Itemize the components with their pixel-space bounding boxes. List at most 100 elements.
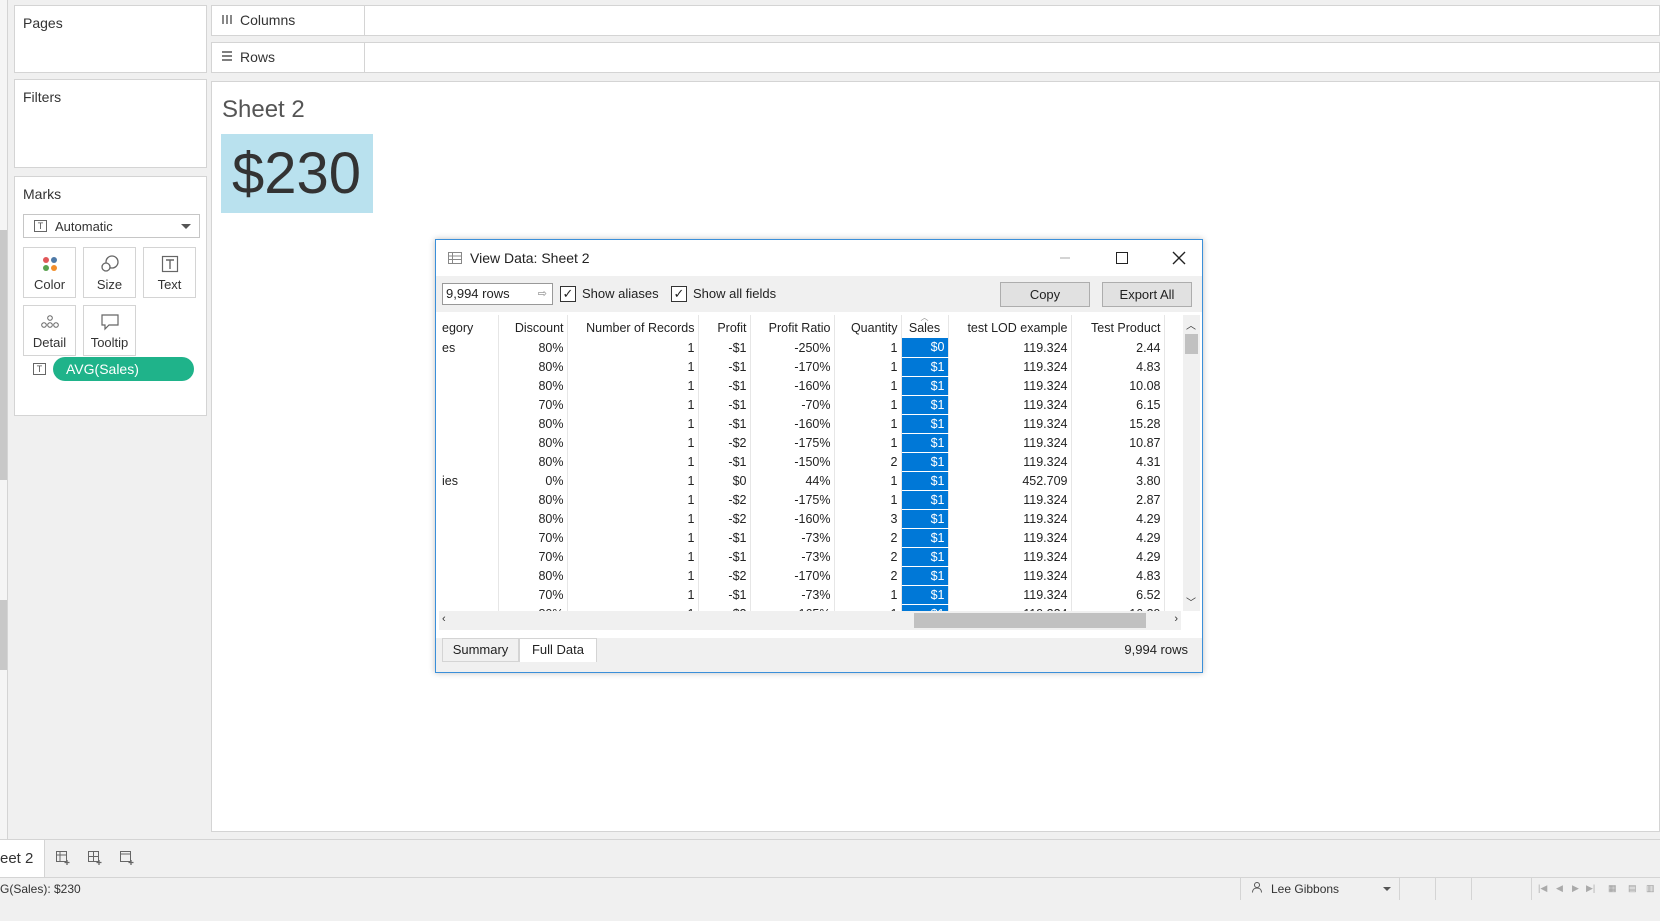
table-cell[interactable]: 119.324 bbox=[948, 585, 1072, 604]
export-all-button[interactable]: Export All bbox=[1102, 282, 1192, 307]
table-cell[interactable]: 119.324 bbox=[948, 604, 1072, 611]
avg-sales-pill[interactable]: AVG(Sales) bbox=[53, 357, 194, 381]
table-cell[interactable]: 1 bbox=[567, 604, 699, 611]
table-cell[interactable]: $1 bbox=[901, 395, 949, 415]
rows-shelf[interactable]: Rows bbox=[211, 42, 1660, 73]
table-cell[interactable] bbox=[439, 547, 499, 566]
table-cell[interactable]: 70% bbox=[498, 528, 568, 547]
table-cell[interactable]: 70% bbox=[498, 547, 568, 566]
table-cell[interactable]: es bbox=[439, 338, 499, 357]
table-cell[interactable]: 80% bbox=[498, 357, 568, 376]
table-cell[interactable]: -$1 bbox=[698, 357, 751, 376]
table-cell[interactable]: 80% bbox=[498, 414, 568, 433]
table-row[interactable]: 80% 1 -$2 -170% 2 $1 119.324 4.83 bbox=[439, 566, 1165, 586]
size-button[interactable]: Size bbox=[83, 247, 136, 298]
table-cell[interactable]: $1 bbox=[901, 604, 949, 611]
pages-card[interactable]: Pages bbox=[14, 5, 207, 73]
table-cell[interactable]: -$1 bbox=[698, 452, 751, 471]
table-cell[interactable]: 119.324 bbox=[948, 338, 1072, 357]
table-cell[interactable]: 4.83 bbox=[1071, 357, 1165, 376]
sheet-sorter-icon[interactable]: ▦ bbox=[1608, 883, 1617, 894]
table-cell[interactable]: 1 bbox=[567, 433, 699, 452]
table-cell[interactable]: -170% bbox=[750, 566, 835, 585]
table-row[interactable]: 80% 1 -$1 -160% 1 $1 119.324 10.08 bbox=[439, 376, 1165, 396]
table-cell[interactable]: 70% bbox=[498, 585, 568, 604]
text-button[interactable]: Text bbox=[143, 247, 196, 298]
tab-summary[interactable]: Summary bbox=[442, 638, 519, 662]
table-cell[interactable]: 1 bbox=[834, 585, 902, 604]
table-cell[interactable]: 80% bbox=[498, 604, 568, 611]
table-cell[interactable]: 119.324 bbox=[948, 490, 1072, 509]
new-story-icon[interactable] bbox=[118, 850, 136, 868]
tab-sheet-2[interactable]: eet 2 bbox=[0, 840, 45, 878]
table-cell[interactable]: -$1 bbox=[698, 585, 751, 604]
table-cell[interactable]: 4.29 bbox=[1071, 509, 1165, 528]
table-cell[interactable]: 10.08 bbox=[1071, 376, 1165, 395]
table-cell[interactable]: 1 bbox=[834, 490, 902, 509]
rows-count-input[interactable]: 9,994 rows ⇨ bbox=[442, 283, 553, 305]
table-cell[interactable]: 80% bbox=[498, 376, 568, 395]
table-cell[interactable]: 4.83 bbox=[1071, 566, 1165, 585]
table-cell[interactable]: $1 bbox=[901, 471, 949, 491]
last-sheet-icon[interactable]: ▶| bbox=[1586, 883, 1595, 894]
table-cell[interactable]: 1 bbox=[567, 509, 699, 528]
table-cell[interactable]: -$1 bbox=[698, 528, 751, 547]
table-row[interactable]: 80% 1 -$1 -170% 1 $1 119.324 4.83 bbox=[439, 357, 1165, 377]
column-header[interactable]: Profit Ratio bbox=[750, 315, 835, 338]
table-cell[interactable]: $1 bbox=[901, 433, 949, 453]
table-cell[interactable] bbox=[439, 433, 499, 452]
table-cell[interactable]: $1 bbox=[901, 547, 949, 567]
table-cell[interactable]: -$1 bbox=[698, 395, 751, 414]
new-dashboard-icon[interactable] bbox=[86, 850, 104, 868]
table-cell[interactable]: $1 bbox=[901, 490, 949, 510]
table-cell[interactable] bbox=[439, 395, 499, 414]
show-aliases-label[interactable]: Show aliases bbox=[582, 286, 659, 301]
table-cell[interactable] bbox=[439, 585, 499, 604]
chevron-left-icon[interactable]: ‹ bbox=[442, 613, 446, 625]
table-cell[interactable]: 44% bbox=[750, 471, 835, 490]
table-cell[interactable]: 1 bbox=[567, 471, 699, 490]
table-cell[interactable]: -$1 bbox=[698, 414, 751, 433]
table-cell[interactable]: -170% bbox=[750, 357, 835, 376]
close-button[interactable] bbox=[1156, 240, 1202, 276]
table-cell[interactable]: -73% bbox=[750, 585, 835, 604]
table-cell[interactable]: 1 bbox=[567, 585, 699, 604]
table-cell[interactable]: 1 bbox=[834, 433, 902, 452]
table-row[interactable]: 80%1-$2-165%1$1119.32416.39 bbox=[439, 604, 1165, 611]
table-cell[interactable]: 6.15 bbox=[1071, 395, 1165, 414]
table-cell[interactable]: 119.324 bbox=[948, 547, 1072, 566]
detail-button[interactable]: Detail bbox=[23, 305, 76, 356]
table-cell[interactable]: 2.44 bbox=[1071, 338, 1165, 357]
table-cell[interactable]: $0 bbox=[901, 338, 949, 358]
table-cell[interactable]: 1 bbox=[567, 338, 699, 357]
table-cell[interactable]: 10.87 bbox=[1071, 433, 1165, 452]
table-cell[interactable] bbox=[439, 357, 499, 376]
user-menu[interactable]: Lee Gibbons bbox=[1240, 878, 1400, 900]
chevron-up-icon[interactable]: ︿ bbox=[1186, 317, 1196, 332]
table-cell[interactable]: -$1 bbox=[698, 338, 751, 357]
vertical-scroll-thumb[interactable] bbox=[1185, 334, 1198, 354]
table-cell[interactable]: -$2 bbox=[698, 604, 751, 611]
table-row[interactable]: 80% 1 -$2 -160% 3 $1 119.324 4.29 bbox=[439, 509, 1165, 529]
table-row[interactable]: 70% 1 -$1 -73% 1 $1 119.324 6.52 bbox=[439, 585, 1165, 605]
table-cell[interactable]: -175% bbox=[750, 433, 835, 452]
table-cell[interactable]: $1 bbox=[901, 528, 949, 548]
table-cell[interactable]: 4.31 bbox=[1071, 452, 1165, 471]
table-cell[interactable]: 80% bbox=[498, 452, 568, 471]
table-cell[interactable]: -73% bbox=[750, 547, 835, 566]
table-cell[interactable]: 2 bbox=[834, 528, 902, 547]
table-cell[interactable]: -$2 bbox=[698, 509, 751, 528]
tabs-view-icon[interactable]: ▥ bbox=[1646, 883, 1655, 894]
chevron-right-icon[interactable]: › bbox=[1174, 613, 1178, 625]
filmstrip-icon[interactable]: ▤ bbox=[1628, 883, 1637, 894]
data-grid[interactable]: egory Discount Number of Records Profit … bbox=[439, 315, 1181, 611]
table-cell[interactable]: $1 bbox=[901, 585, 949, 605]
table-cell[interactable] bbox=[439, 528, 499, 547]
table-cell[interactable]: 80% bbox=[498, 509, 568, 528]
table-cell[interactable]: 1 bbox=[567, 395, 699, 414]
table-cell[interactable]: -150% bbox=[750, 452, 835, 471]
table-cell[interactable]: 1 bbox=[567, 376, 699, 395]
table-cell[interactable]: 80% bbox=[498, 338, 568, 357]
table-cell[interactable]: 119.324 bbox=[948, 395, 1072, 414]
column-header[interactable]: Number of Records bbox=[567, 315, 699, 338]
